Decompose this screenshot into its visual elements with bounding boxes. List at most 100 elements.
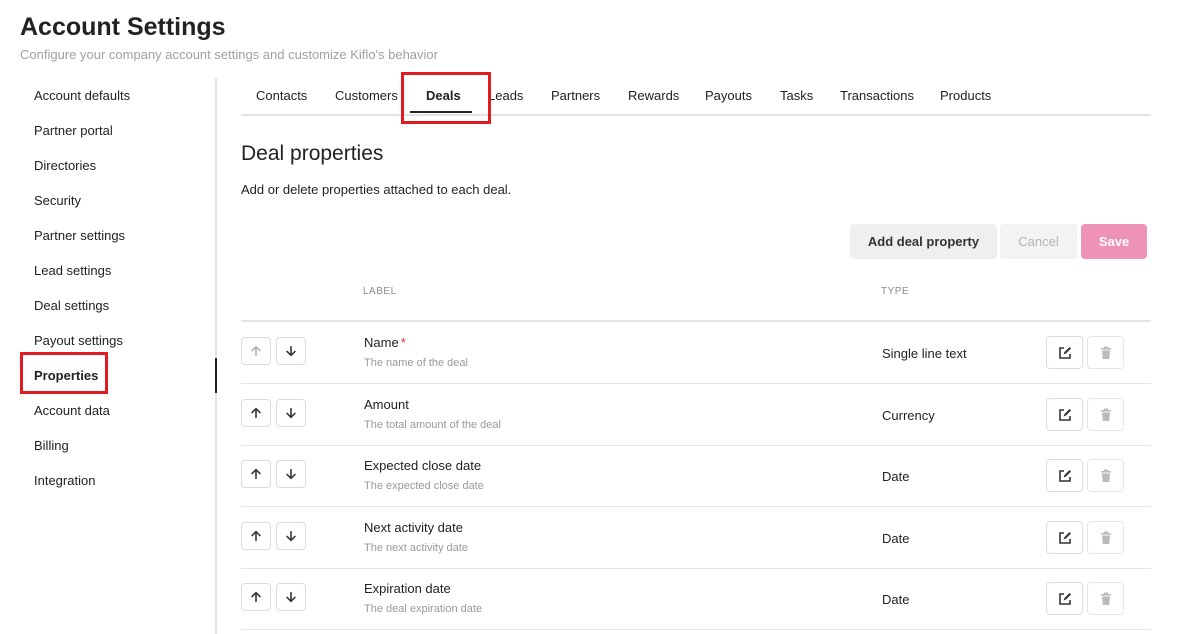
property-label-text: Expiration date — [364, 581, 451, 596]
tab-contacts[interactable]: Contacts — [256, 78, 307, 114]
property-description: The deal expiration date — [364, 603, 483, 615]
arrow-down-icon — [286, 468, 296, 480]
arrow-down-icon — [286, 530, 296, 542]
page-header: Account Settings Configure your company … — [20, 12, 438, 62]
arrow-down-icon — [286, 407, 296, 419]
property-type: Date — [882, 469, 910, 484]
tab-payouts[interactable]: Payouts — [705, 78, 752, 114]
sidebar-item-directories[interactable]: Directories — [20, 148, 214, 183]
edit-property-button[interactable] — [1046, 398, 1083, 431]
arrow-up-icon — [251, 468, 261, 480]
property-label-text: Amount — [364, 397, 409, 412]
delete-property-button[interactable] — [1087, 336, 1124, 369]
move-down-button[interactable] — [276, 399, 306, 427]
trash-icon — [1100, 469, 1111, 482]
sidebar-item-partner-portal[interactable]: Partner portal — [20, 113, 214, 148]
sidebar-active-indicator — [215, 358, 217, 393]
arrow-up-icon — [251, 345, 261, 357]
main-content: Contacts Customers Deals Leads Partners … — [241, 72, 1151, 630]
property-label: Next activity date — [364, 520, 465, 535]
property-type: Currency — [882, 408, 935, 423]
property-description: The next activity date — [364, 542, 468, 554]
page-title: Account Settings — [20, 13, 226, 41]
cancel-button[interactable]: Cancel — [1000, 224, 1077, 259]
property-label: Expiration date — [364, 581, 453, 596]
tab-products[interactable]: Products — [940, 78, 991, 114]
move-up-button[interactable] — [241, 522, 271, 550]
trash-icon — [1100, 346, 1111, 359]
edit-icon — [1058, 531, 1071, 544]
tab-customers[interactable]: Customers — [335, 78, 398, 114]
edit-icon — [1058, 592, 1071, 605]
arrow-down-icon — [286, 591, 296, 603]
settings-sidebar: Account defaults Partner portal Director… — [20, 78, 217, 634]
move-down-button[interactable] — [276, 337, 306, 365]
sidebar-item-billing[interactable]: Billing — [20, 428, 214, 463]
trash-icon — [1100, 531, 1111, 544]
tab-rewards[interactable]: Rewards — [628, 78, 679, 114]
delete-property-button[interactable] — [1087, 582, 1124, 615]
delete-property-button[interactable] — [1087, 459, 1124, 492]
trash-icon — [1100, 592, 1111, 605]
sidebar-item-account-data[interactable]: Account data — [20, 393, 214, 428]
table-row: Expected close date The expected close d… — [241, 445, 1151, 507]
tab-bar: Contacts Customers Deals Leads Partners … — [241, 72, 1151, 124]
property-description: The expected close date — [364, 480, 484, 492]
property-label-text: Name — [364, 335, 399, 350]
move-down-button[interactable] — [276, 583, 306, 611]
edit-property-button[interactable] — [1046, 336, 1083, 369]
move-down-button[interactable] — [276, 522, 306, 550]
highlight-box-deals-tab — [401, 72, 491, 124]
section-title: Deal properties — [241, 142, 384, 165]
edit-property-button[interactable] — [1046, 521, 1083, 554]
page-subtitle: Configure your company account settings … — [20, 47, 438, 62]
property-description: The total amount of the deal — [364, 419, 501, 431]
sidebar-item-account-defaults[interactable]: Account defaults — [20, 78, 214, 113]
arrow-up-icon — [251, 591, 261, 603]
sidebar-item-partner-settings[interactable]: Partner settings — [20, 218, 214, 253]
column-header-type: TYPE — [881, 286, 910, 297]
required-marker: * — [400, 335, 406, 350]
table-row: Name * The name of the deal Single line t… — [241, 322, 1151, 384]
property-label: Name * — [364, 335, 406, 350]
sidebar-item-integration[interactable]: Integration — [20, 463, 214, 498]
table-row: Expiration date The deal expiration date… — [241, 568, 1151, 630]
trash-icon — [1100, 408, 1111, 421]
property-type: Single line text — [882, 346, 967, 361]
move-up-button[interactable] — [241, 337, 271, 365]
move-down-button[interactable] — [276, 460, 306, 488]
table-row: Next activity date The next activity dat… — [241, 507, 1151, 569]
property-label: Amount — [364, 397, 411, 412]
property-label-text: Expected close date — [364, 458, 482, 473]
add-deal-property-button[interactable]: Add deal property — [850, 224, 997, 259]
property-label: Expected close date — [364, 458, 483, 473]
sidebar-item-lead-settings[interactable]: Lead settings — [20, 253, 214, 288]
tab-partners[interactable]: Partners — [551, 78, 600, 114]
move-up-button[interactable] — [241, 460, 271, 488]
edit-icon — [1058, 469, 1071, 482]
column-header-label: LABEL — [363, 286, 397, 297]
arrow-up-icon — [251, 530, 261, 542]
delete-property-button[interactable] — [1087, 398, 1124, 431]
arrow-down-icon — [286, 345, 296, 357]
sidebar-item-security[interactable]: Security — [20, 183, 214, 218]
edit-property-button[interactable] — [1046, 459, 1083, 492]
highlight-box-properties — [20, 352, 108, 394]
save-button[interactable]: Save — [1081, 224, 1147, 259]
tab-tasks[interactable]: Tasks — [780, 78, 813, 114]
tab-leads[interactable]: Leads — [488, 78, 523, 114]
delete-property-button[interactable] — [1087, 521, 1124, 554]
property-type: Date — [882, 592, 910, 607]
table-row: Amount The total amount of the deal Curr… — [241, 384, 1151, 446]
edit-icon — [1058, 408, 1071, 421]
section-description: Add or delete properties attached to eac… — [241, 182, 512, 197]
move-up-button[interactable] — [241, 399, 271, 427]
property-label-text: Next activity date — [364, 520, 463, 535]
sidebar-item-deal-settings[interactable]: Deal settings — [20, 288, 214, 323]
property-type: Date — [882, 531, 910, 546]
arrow-up-icon — [251, 407, 261, 419]
edit-property-button[interactable] — [1046, 582, 1083, 615]
edit-icon — [1058, 346, 1071, 359]
tab-transactions[interactable]: Transactions — [840, 78, 914, 114]
move-up-button[interactable] — [241, 583, 271, 611]
